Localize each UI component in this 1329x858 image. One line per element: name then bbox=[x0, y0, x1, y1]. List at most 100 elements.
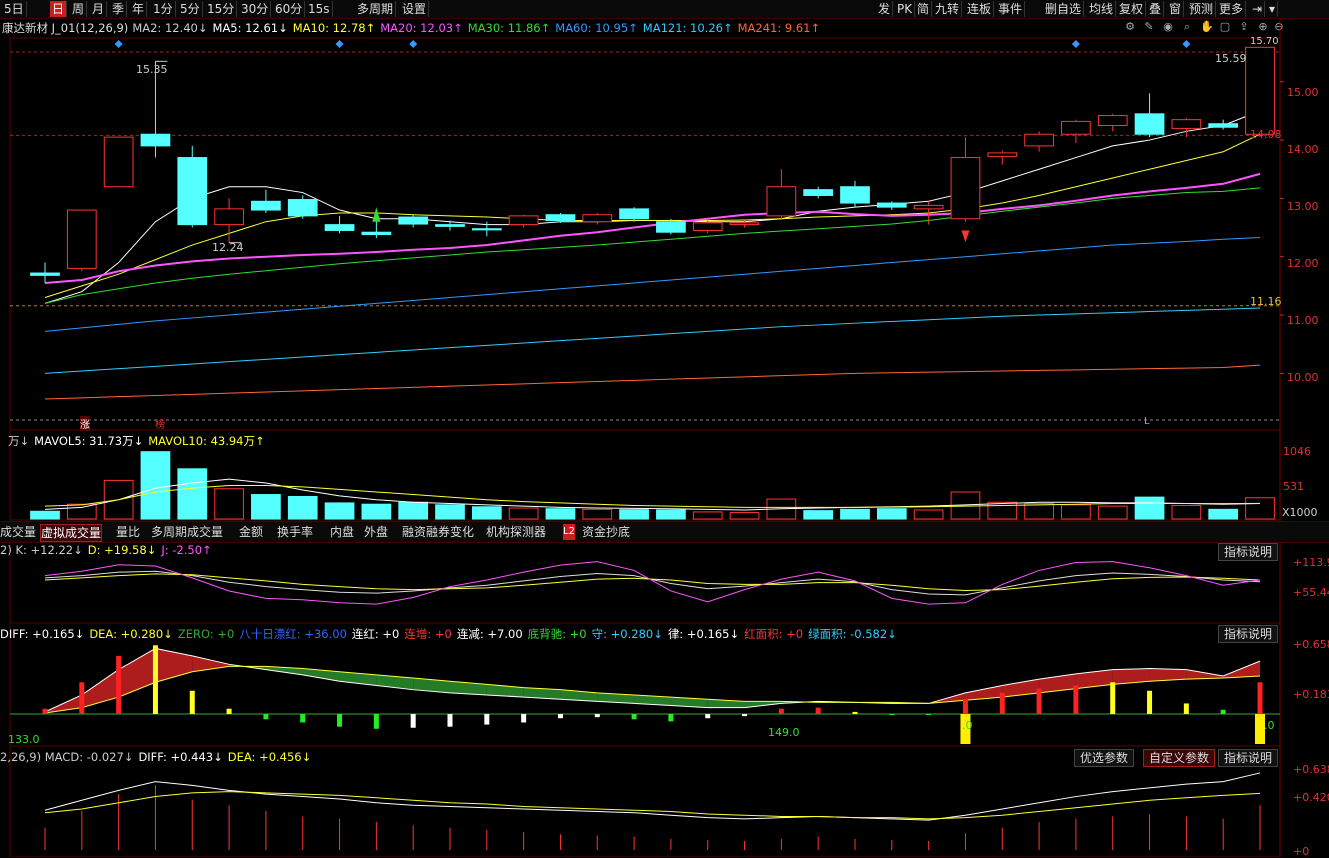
macd-desc-button[interactable]: 指标说明 bbox=[1218, 749, 1279, 767]
event-diamond-icon bbox=[114, 40, 123, 48]
candle-body bbox=[508, 215, 539, 226]
volume-bar bbox=[545, 508, 576, 520]
custom-params-button[interactable]: 自定义参数 bbox=[1143, 749, 1216, 767]
tick-11: 11.00 bbox=[1287, 314, 1319, 327]
right-level-label: 14.08 bbox=[1250, 128, 1282, 141]
legend-item: 律: +0.165↓ bbox=[667, 627, 740, 641]
low-label: 12.24 bbox=[212, 241, 244, 254]
volume-bar bbox=[324, 502, 355, 520]
volume-bar bbox=[913, 509, 944, 520]
panel-frame bbox=[9, 37, 1281, 431]
volume-bar bbox=[1097, 505, 1128, 520]
candle-body bbox=[803, 189, 834, 196]
macd2-bar bbox=[594, 714, 600, 718]
macd2-bar bbox=[557, 714, 563, 719]
macd2-bar bbox=[1220, 709, 1226, 714]
tab-4[interactable]: 金额 bbox=[239, 524, 263, 540]
candle-body bbox=[103, 136, 134, 188]
macd2-bar bbox=[705, 714, 711, 719]
macd2-bar bbox=[815, 707, 821, 714]
candle-body bbox=[656, 221, 686, 233]
legend-item: 连减: +7.00 bbox=[456, 627, 523, 641]
level2-label: 11.16 bbox=[1250, 295, 1282, 308]
kline-chart[interactable] bbox=[0, 0, 1329, 857]
macd2-bar bbox=[1073, 685, 1079, 714]
macd2-bar bbox=[1110, 682, 1116, 714]
macd2-bar bbox=[778, 708, 784, 714]
candle-body bbox=[214, 208, 244, 226]
macd2-ann-1: 133.0 bbox=[8, 733, 40, 746]
legend-item: DEA: +0.456↓ bbox=[227, 750, 312, 764]
vol-unit: X1000 bbox=[1282, 506, 1318, 519]
tab-1[interactable]: 虚拟成交量 bbox=[40, 524, 103, 542]
candle-body bbox=[1097, 115, 1128, 126]
macd2-bar bbox=[852, 711, 858, 714]
candle-body bbox=[1024, 133, 1054, 147]
volume-bar bbox=[177, 468, 208, 520]
tab-6[interactable]: 内盘 bbox=[330, 524, 354, 540]
legend-item: 连增: +0 bbox=[404, 627, 452, 641]
macd2-bar bbox=[300, 714, 306, 723]
macd2-bar bbox=[189, 690, 195, 714]
candle-body bbox=[582, 214, 613, 223]
candle-body bbox=[766, 186, 797, 217]
volume-bar bbox=[656, 509, 686, 520]
tab-0[interactable]: 成交量 bbox=[0, 524, 36, 540]
candle-body bbox=[1061, 120, 1091, 135]
kdj-desc-button[interactable]: 指标说明 bbox=[1218, 543, 1279, 561]
macd2-tick-1: +0.658 bbox=[1293, 638, 1329, 651]
macd2-ann-3: .0 bbox=[962, 719, 973, 732]
tab-2[interactable]: 量比 bbox=[116, 524, 140, 540]
volume-bar bbox=[361, 503, 392, 520]
macd2-area bbox=[1075, 669, 1113, 689]
volume-bar bbox=[803, 510, 834, 520]
candle-body bbox=[361, 231, 392, 236]
legend-item: MAVOL5: 31.73万↓ bbox=[34, 434, 144, 448]
candle-body bbox=[1171, 119, 1202, 129]
top-right-price: 15.70 bbox=[1250, 36, 1279, 47]
tab-10[interactable]: 资金抄底 bbox=[582, 524, 630, 540]
buy-arrow-icon bbox=[372, 207, 381, 222]
legend-item: 红面积: +0 bbox=[744, 627, 804, 641]
candle-body bbox=[324, 224, 355, 231]
tab-8[interactable]: 融资融券变化 bbox=[402, 524, 474, 540]
candle-body bbox=[435, 224, 465, 227]
event-diamond-icon bbox=[409, 40, 418, 48]
legend-item: J: -2.50↑ bbox=[161, 543, 212, 557]
macd2-bar bbox=[668, 714, 674, 722]
legend-item: DIFF: +0.165↓ bbox=[0, 627, 85, 641]
macd-tick-1: +0.638 bbox=[1293, 763, 1329, 776]
indicator-tabs: 成交量 虚拟成交量 量比 多周期成交量 金额 换手率 内盘 外盘 融资融券变化 机构探测器 资金抄底… bbox=[0, 521, 1329, 543]
tab-3[interactable]: 多周期成交量 bbox=[151, 524, 223, 540]
legend-item: MAVOL10: 43.94万↑ bbox=[148, 434, 265, 448]
macd2-bar bbox=[263, 714, 269, 720]
legend-item: D: +19.58↓ bbox=[87, 543, 157, 557]
legend-item: DEA: +0.280↓ bbox=[89, 627, 173, 641]
candle-body bbox=[140, 133, 171, 147]
tab-9[interactable]: 机构探测器 bbox=[486, 524, 546, 540]
legend-item: 绿面积: -0.582↓ bbox=[808, 627, 897, 641]
optimize-params-button[interactable]: 优选参数 bbox=[1074, 749, 1135, 767]
volume-bar bbox=[840, 508, 870, 520]
volume-bar bbox=[508, 507, 539, 520]
macd2-bar bbox=[410, 714, 416, 728]
macd-legend: 2,26,9) MACD: -0.027↓ DIFF: +0.443↓ DEA: +… bbox=[0, 750, 316, 764]
macd-tick-3: +0 bbox=[1293, 845, 1310, 858]
macd2-tick-2: +0.183 bbox=[1293, 688, 1329, 701]
volume-bar bbox=[1208, 508, 1239, 520]
ma-line-ma241 bbox=[44, 364, 1261, 400]
tab-5[interactable]: 换手率 bbox=[277, 524, 313, 540]
kdj-k-line bbox=[44, 570, 1261, 596]
tab-7[interactable]: 外盘 bbox=[364, 524, 388, 540]
candle-body bbox=[471, 228, 502, 231]
volume-bar bbox=[435, 504, 465, 520]
volume-bar bbox=[692, 511, 723, 520]
volume-bar bbox=[66, 503, 97, 520]
red-arrow-icon bbox=[961, 230, 970, 243]
volume-bar bbox=[1245, 497, 1275, 520]
volume-legend: 万↓ MAVOL5: 31.73万↓ MAVOL10: 43.94万↑ bbox=[8, 433, 270, 449]
volume-bar bbox=[140, 451, 171, 520]
legend-item: DIFF: +0.443↓ bbox=[138, 750, 223, 764]
macd2-bar bbox=[742, 714, 748, 717]
macd2-desc-button[interactable]: 指标说明 bbox=[1218, 625, 1279, 643]
